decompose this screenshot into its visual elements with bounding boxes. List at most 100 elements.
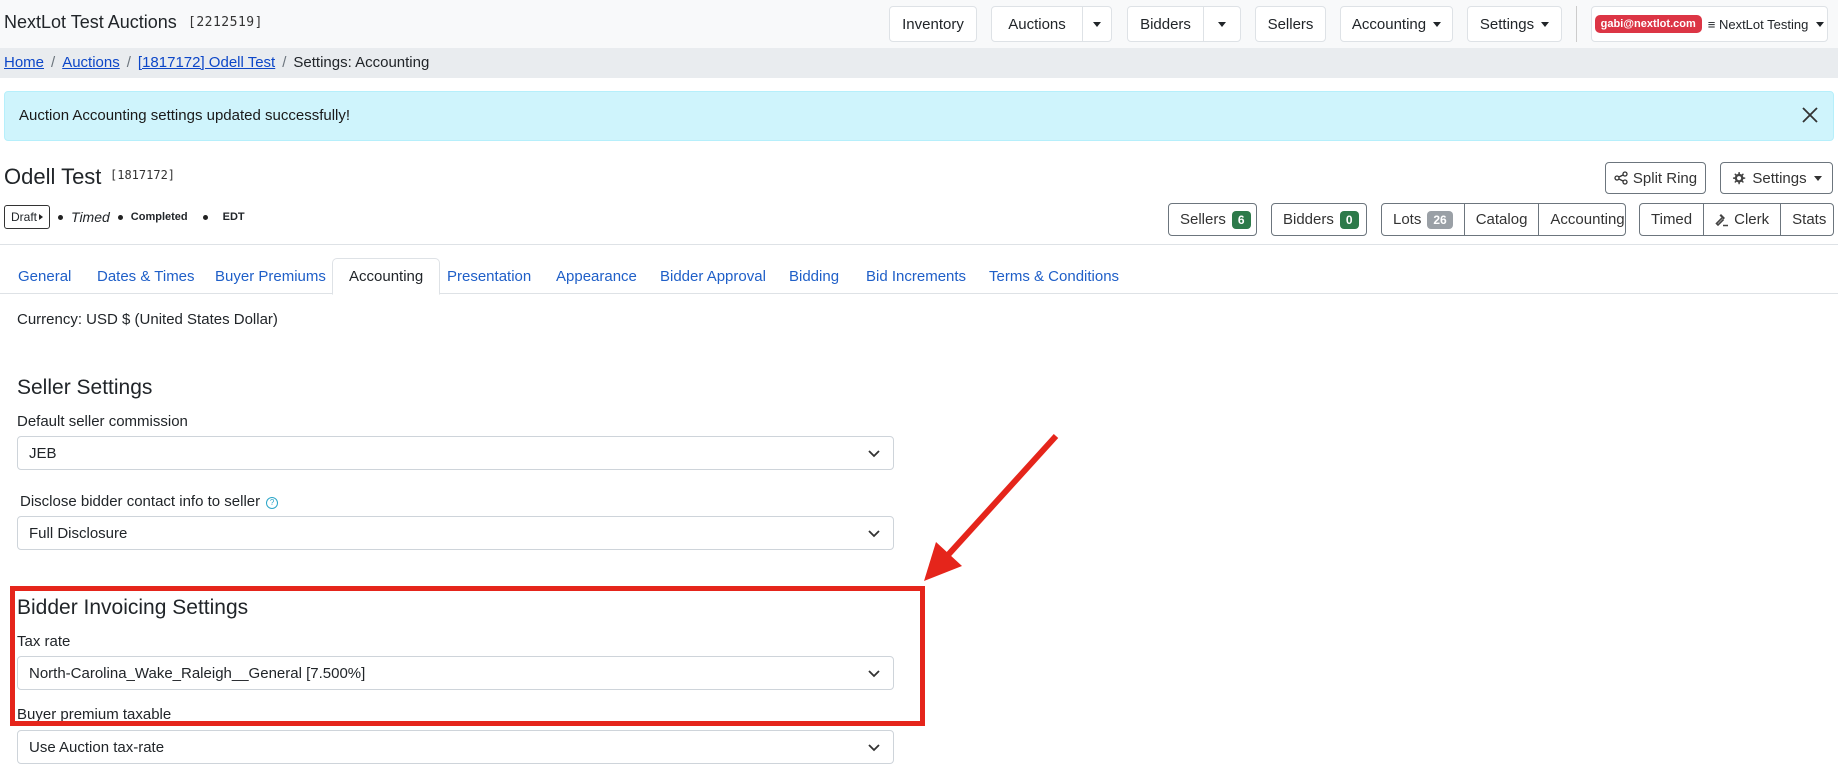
disclose-label: Disclose bidder contact info to seller bbox=[20, 493, 261, 510]
sellers-count-badge: 6 bbox=[1231, 210, 1251, 229]
bidders-action-label: Bidders bbox=[1283, 211, 1334, 228]
auction-title: Odell Test bbox=[4, 164, 102, 189]
inventory-label: Inventory bbox=[902, 15, 964, 33]
tab-accounting[interactable]: Accounting bbox=[332, 258, 441, 295]
auctions-label: Auctions bbox=[1008, 15, 1066, 33]
auction-settings-label: Settings bbox=[1752, 169, 1807, 187]
stats-label: Stats bbox=[1792, 211, 1827, 228]
share-icon bbox=[1614, 171, 1628, 185]
close-icon[interactable] bbox=[1801, 106, 1819, 124]
auction-id: [1817172] bbox=[110, 168, 176, 182]
inventory-button[interactable]: Inventory bbox=[889, 6, 977, 42]
chevron-down-icon bbox=[1541, 21, 1550, 27]
brand-name[interactable]: NextLot Test Auctions bbox=[4, 12, 177, 33]
chevron-down-icon bbox=[1813, 175, 1822, 181]
stats-button[interactable]: Stats bbox=[1781, 204, 1837, 235]
accounting-action-label: Accounting bbox=[1550, 211, 1625, 228]
lots-label: Lots bbox=[1393, 211, 1422, 228]
draft-status-button[interactable]: Draft bbox=[4, 205, 51, 229]
accounting-dropdown[interactable]: Accounting bbox=[1340, 6, 1453, 42]
tab-general[interactable]: General bbox=[2, 258, 87, 294]
lots-button[interactable]: Lots 26 bbox=[1382, 204, 1465, 235]
user-email-badge: gabi@nextlot.com bbox=[1594, 15, 1702, 33]
auction-settings-dropdown[interactable]: Settings bbox=[1720, 162, 1833, 194]
bidders-label: Bidders bbox=[1140, 15, 1191, 33]
commission-label: Default seller commission bbox=[17, 413, 188, 430]
auctions-button[interactable]: Auctions bbox=[991, 6, 1083, 42]
bidders-button[interactable]: Bidders bbox=[1127, 6, 1204, 42]
catalog-button[interactable]: Catalog bbox=[1465, 204, 1540, 235]
tab-terms-conditions[interactable]: Terms & Conditions bbox=[973, 258, 1135, 294]
seller-settings-heading: Seller Settings bbox=[17, 376, 153, 399]
bidders-segment: Bidders 0 bbox=[1272, 204, 1370, 235]
navbar-divider bbox=[1576, 6, 1577, 42]
sellers-segment: Sellers 6 bbox=[1169, 204, 1262, 235]
tab-buyer-premiums[interactable]: Buyer Premiums bbox=[199, 258, 342, 294]
breadcrumb-home[interactable]: Home bbox=[4, 54, 44, 71]
chevron-down-icon bbox=[1093, 21, 1101, 27]
tab-appearance[interactable]: Appearance bbox=[540, 258, 653, 294]
accounting-button[interactable]: Accounting bbox=[1539, 204, 1635, 235]
chevron-down-icon bbox=[1218, 21, 1226, 27]
tab-bidding[interactable]: Bidding bbox=[773, 258, 855, 294]
commission-select[interactable]: JEB bbox=[17, 436, 894, 470]
chevron-down-icon bbox=[868, 744, 880, 752]
lots-button-group: Lots 26 Catalog Accounting bbox=[1381, 203, 1626, 236]
breadcrumb-auction[interactable]: [1817172] Odell Test bbox=[138, 54, 275, 71]
bidders-count-button[interactable]: Bidders 0 bbox=[1271, 203, 1367, 236]
clerk-label: Clerk bbox=[1734, 211, 1770, 228]
bidders-dropdown-toggle[interactable] bbox=[1203, 6, 1241, 42]
disclose-label-wrap: Disclose bidder contact info to seller? bbox=[20, 493, 279, 510]
disclose-select[interactable]: Full Disclosure bbox=[17, 516, 894, 550]
split-ring-button[interactable]: Split Ring bbox=[1605, 162, 1706, 194]
header-divider bbox=[0, 244, 1838, 245]
timed-button[interactable]: Timed bbox=[1640, 204, 1705, 235]
sellers-button[interactable]: Sellers bbox=[1255, 6, 1326, 42]
auction-state: Completed bbox=[130, 211, 188, 223]
accounting-label: Accounting bbox=[1351, 15, 1427, 33]
commission-value: JEB bbox=[29, 445, 57, 462]
bp-taxable-value: Use Auction tax-rate bbox=[29, 739, 165, 756]
draft-label: Draft bbox=[11, 210, 38, 224]
success-alert: Auction Accounting settings updated succ… bbox=[4, 91, 1834, 141]
breadcrumb-separator: / bbox=[282, 54, 287, 71]
help-icon[interactable]: ? bbox=[266, 497, 279, 509]
gavel-icon bbox=[1715, 213, 1729, 226]
auction-status-row: Draft Timed Completed EDT bbox=[4, 203, 245, 231]
chevron-down-icon bbox=[1433, 21, 1442, 27]
currency-info: Currency: USD $ (United States Dollar) bbox=[17, 311, 278, 328]
breadcrumb-current: Settings: Accounting bbox=[293, 54, 430, 71]
tab-bid-increments[interactable]: Bid Increments bbox=[850, 258, 982, 294]
brand-id: [2212519] bbox=[188, 15, 263, 30]
tab-presentation[interactable]: Presentation bbox=[431, 258, 547, 294]
split-ring-label: Split Ring bbox=[1632, 169, 1698, 187]
sellers-count-button[interactable]: Sellers 6 bbox=[1168, 203, 1257, 236]
settings-tabs: General Dates & Times Buyer Premiums Acc… bbox=[0, 258, 1838, 295]
settings-dropdown[interactable]: Settings bbox=[1467, 6, 1562, 42]
bidders-count-badge: 0 bbox=[1339, 210, 1359, 229]
annotation-highlight-box bbox=[10, 586, 925, 726]
breadcrumb: Home / Auctions / [1817172] Odell Test / Setti… bbox=[0, 48, 1838, 78]
status-separator-dot bbox=[117, 214, 123, 220]
chevron-down-icon bbox=[1816, 21, 1825, 27]
user-account-dropdown[interactable]: gabi@nextlot.com ≡ NextLot Testing bbox=[1591, 6, 1828, 42]
status-separator-dot bbox=[202, 214, 208, 220]
tab-dates-times[interactable]: Dates & Times bbox=[81, 258, 211, 294]
sellers-action-label: Sellers bbox=[1180, 211, 1226, 228]
auctions-dropdown-toggle[interactable] bbox=[1082, 6, 1112, 42]
top-navbar: NextLot Test Auctions [2212519] Inventor… bbox=[0, 0, 1838, 48]
catalog-label: Catalog bbox=[1475, 211, 1528, 228]
chevron-down-icon bbox=[868, 530, 880, 538]
auction-timezone: EDT bbox=[222, 211, 245, 223]
breadcrumb-auctions[interactable]: Auctions bbox=[62, 54, 120, 71]
breadcrumb-separator: / bbox=[126, 54, 131, 71]
timed-label: Timed bbox=[1651, 211, 1693, 228]
lots-count-badge: 26 bbox=[1427, 210, 1453, 229]
gear-icon bbox=[1733, 171, 1746, 184]
disclose-value: Full Disclosure bbox=[29, 525, 128, 542]
bp-taxable-select[interactable]: Use Auction tax-rate bbox=[17, 730, 894, 764]
clerk-button[interactable]: Clerk bbox=[1704, 204, 1782, 235]
breadcrumb-separator: / bbox=[51, 54, 56, 71]
tab-bidder-approval[interactable]: Bidder Approval bbox=[644, 258, 782, 294]
chevron-down-icon bbox=[868, 450, 880, 458]
